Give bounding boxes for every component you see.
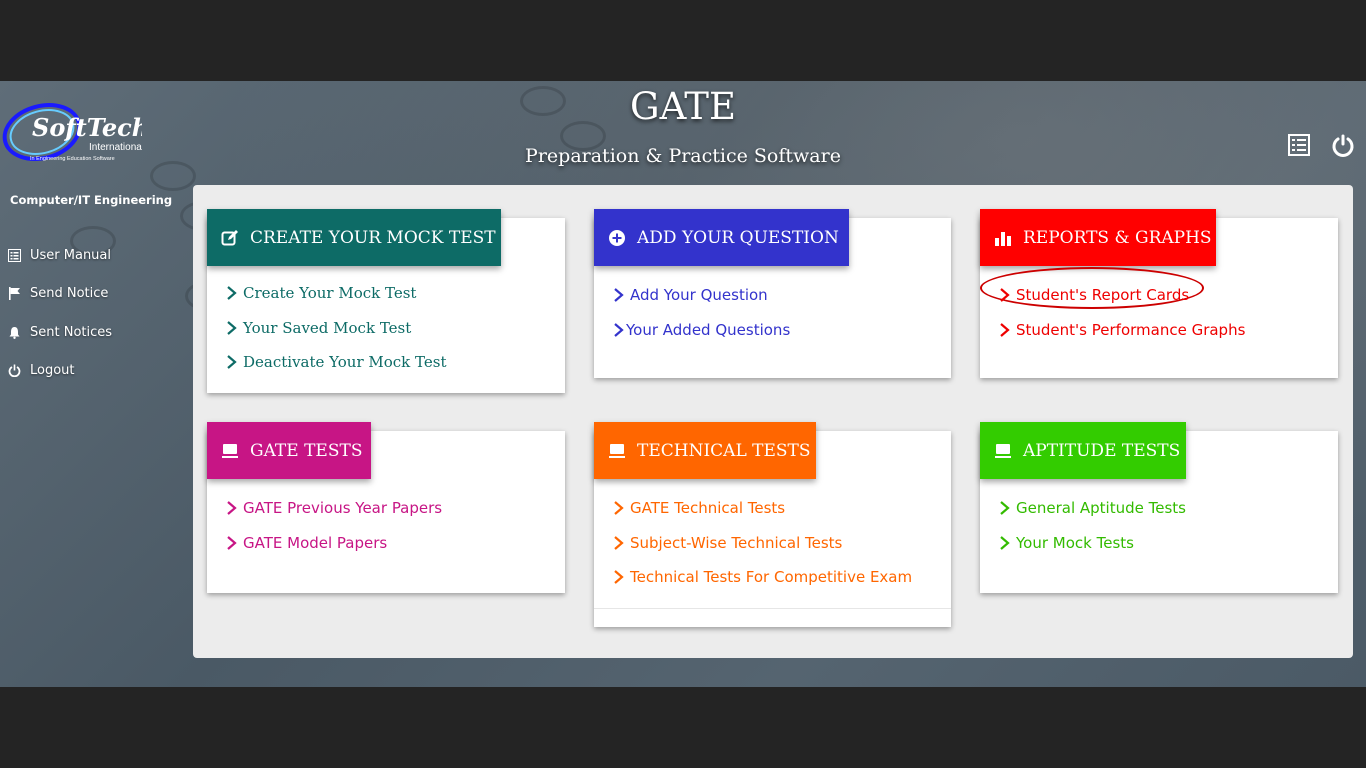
card-header[interactable]: REPORTS & GRAPHS xyxy=(980,209,1216,266)
list-icon xyxy=(6,247,22,263)
monitor-icon xyxy=(608,441,626,461)
card-title: GATE TESTS xyxy=(250,440,363,461)
link-label: Add Your Question xyxy=(630,286,768,305)
power-icon xyxy=(6,363,22,379)
sidebar-item-logout[interactable]: Logout xyxy=(6,352,112,391)
chevron-right-icon xyxy=(1000,501,1010,516)
sidebar-item-label: User Manual xyxy=(30,247,112,263)
edit-icon xyxy=(221,228,239,248)
page-subtitle: Preparation & Practice Software xyxy=(525,145,841,167)
monitor-icon xyxy=(221,441,239,461)
link-student-report-cards[interactable]: Student's Report Cards xyxy=(998,278,1245,313)
chevron-right-icon xyxy=(614,535,624,550)
link-label: Your Saved Mock Test xyxy=(243,318,412,337)
card-header[interactable]: APTITUDE TESTS xyxy=(980,422,1186,479)
card-title: CREATE YOUR MOCK TEST xyxy=(250,227,496,248)
link-deactivate-mock-test[interactable]: Deactivate Your Mock Test xyxy=(225,345,446,380)
sidebar-item-user-manual[interactable]: User Manual xyxy=(6,236,112,275)
link-label: General Aptitude Tests xyxy=(1016,499,1186,518)
card-header[interactable]: ADD YOUR QUESTION xyxy=(594,209,849,266)
link-label: GATE Technical Tests xyxy=(630,499,786,518)
sidebar-menu: User Manual Send Notice Sent Notices Log… xyxy=(6,236,112,390)
chevron-right-icon xyxy=(227,286,237,301)
link-label: Student's Report Cards xyxy=(1016,286,1190,305)
card-create-mock-test: CREATE YOUR MOCK TEST Create Your Mock T… xyxy=(207,209,565,393)
dashboard-panel: CREATE YOUR MOCK TEST Create Your Mock T… xyxy=(193,185,1353,658)
link-label: Technical Tests For Competitive Exam xyxy=(630,568,913,587)
chevron-right-icon xyxy=(1000,322,1010,337)
app-window: SoftTech International In Engineering Ed… xyxy=(0,81,1366,687)
card-title: ADD YOUR QUESTION xyxy=(637,227,839,248)
card-reports-graphs: REPORTS & GRAPHS Student's Report Cards … xyxy=(980,209,1338,378)
link-label: Student's Performance Graphs xyxy=(1016,320,1246,339)
link-label: Subject-Wise Technical Tests xyxy=(630,533,843,552)
link-label: Create Your Mock Test xyxy=(243,284,417,303)
card-technical-tests: TECHNICAL TESTS GATE Technical Tests Sub… xyxy=(594,422,951,627)
sidebar-item-label: Send Notice xyxy=(30,286,109,302)
link-label: Your Added Questions xyxy=(626,320,791,339)
sidebar-item-sent-notices[interactable]: Sent Notices xyxy=(6,313,112,352)
card-divider xyxy=(594,608,951,609)
link-your-mock-tests[interactable]: Your Mock Tests xyxy=(998,526,1186,561)
page-title: GATE xyxy=(630,85,736,128)
chevron-right-icon xyxy=(227,320,237,335)
chevron-right-icon xyxy=(227,535,237,550)
power-icon[interactable] xyxy=(1330,133,1356,159)
monitor-icon xyxy=(994,441,1012,461)
link-label: GATE Previous Year Papers xyxy=(243,499,443,518)
link-gate-technical-tests[interactable]: GATE Technical Tests xyxy=(612,491,912,526)
card-gate-tests: GATE TESTS GATE Previous Year Papers GAT… xyxy=(207,422,565,593)
card-header[interactable]: GATE TESTS xyxy=(207,422,371,479)
department-label: Computer/IT Engineering xyxy=(10,193,173,207)
chevron-right-icon xyxy=(1000,288,1010,303)
link-label: Your Mock Tests xyxy=(1016,533,1134,552)
chevron-right-icon xyxy=(227,501,237,516)
link-gate-model-papers[interactable]: GATE Model Papers xyxy=(225,526,442,561)
link-added-questions[interactable]: Your Added Questions xyxy=(612,313,790,348)
chevron-right-icon xyxy=(614,501,624,516)
report-list-icon[interactable] xyxy=(1287,133,1313,159)
link-gate-previous-year-papers[interactable]: GATE Previous Year Papers xyxy=(225,491,442,526)
link-label: GATE Model Papers xyxy=(243,533,388,552)
link-technical-tests-competitive-exam[interactable]: Technical Tests For Competitive Exam xyxy=(612,560,912,595)
card-aptitude-tests: APTITUDE TESTS General Aptitude Tests Yo… xyxy=(980,422,1338,593)
card-title: REPORTS & GRAPHS xyxy=(1023,227,1212,248)
card-add-question: ADD YOUR QUESTION Add Your Question Your… xyxy=(594,209,951,378)
sidebar-item-label: Sent Notices xyxy=(30,324,113,340)
sidebar-item-send-notice[interactable]: Send Notice xyxy=(6,275,112,314)
chevron-right-icon xyxy=(227,355,237,370)
card-title: TECHNICAL TESTS xyxy=(637,440,811,461)
card-header[interactable]: TECHNICAL TESTS xyxy=(594,422,816,479)
link-student-performance-graphs[interactable]: Student's Performance Graphs xyxy=(998,313,1245,348)
link-add-question[interactable]: Add Your Question xyxy=(612,278,790,313)
link-saved-mock-test[interactable]: Your Saved Mock Test xyxy=(225,311,446,346)
flag-icon xyxy=(6,286,22,302)
card-title: APTITUDE TESTS xyxy=(1023,440,1181,461)
link-create-mock-test[interactable]: Create Your Mock Test xyxy=(225,276,446,311)
sidebar-item-label: Logout xyxy=(30,363,75,379)
bar-chart-icon xyxy=(994,228,1012,248)
bell-icon xyxy=(6,324,22,340)
chevron-right-icon xyxy=(1000,535,1010,550)
link-label: Deactivate Your Mock Test xyxy=(243,353,447,372)
chevron-right-icon xyxy=(614,322,624,337)
link-general-aptitude-tests[interactable]: General Aptitude Tests xyxy=(998,491,1186,526)
chevron-right-icon xyxy=(614,570,624,585)
card-header[interactable]: CREATE YOUR MOCK TEST xyxy=(207,209,501,266)
link-subject-wise-technical-tests[interactable]: Subject-Wise Technical Tests xyxy=(612,526,912,561)
plus-circle-icon xyxy=(608,228,626,248)
chevron-right-icon xyxy=(614,288,624,303)
